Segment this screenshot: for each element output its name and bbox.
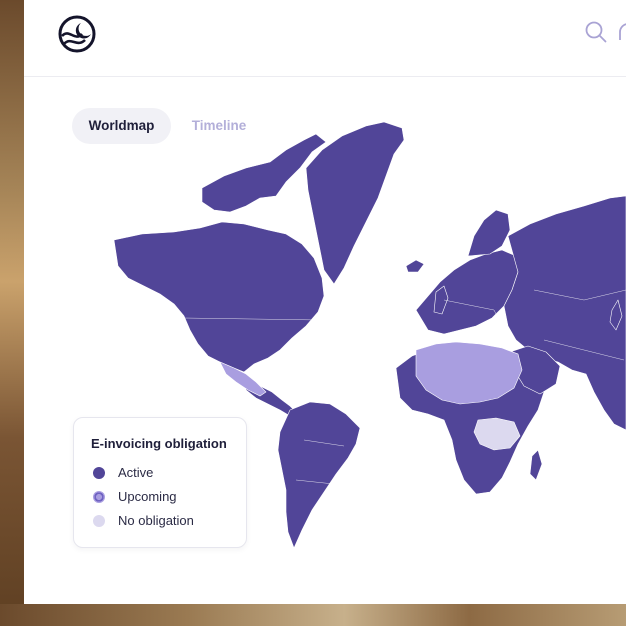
app-window: Worldmap Timeline E-invoicing obligation… [24,0,626,604]
north-america-region [113,221,325,373]
europe-region [415,249,519,335]
upcoming-dot-icon [93,491,105,503]
search-icon[interactable] [584,20,608,44]
legend-label-upcoming: Upcoming [118,489,177,504]
wave-globe-logo-icon[interactable] [57,14,97,54]
header-bar [24,0,626,77]
legend-label-active: Active [118,465,154,480]
legend-title: E-invoicing obligation [91,436,227,451]
scandinavia-region [467,209,511,257]
account-icon[interactable] [616,22,626,42]
desk-edge-left [0,0,24,626]
active-dot-icon [93,467,105,479]
greenland-region [305,121,405,285]
iceland-region [405,259,425,273]
legend-panel: E-invoicing obligation Active Upcoming N… [73,417,247,548]
south-america-region [277,401,361,549]
madagascar-region [529,449,543,481]
no-obligation-dot-icon [93,515,105,527]
legend-label-no-obligation: No obligation [118,513,194,528]
desk-edge-bottom [0,604,626,626]
